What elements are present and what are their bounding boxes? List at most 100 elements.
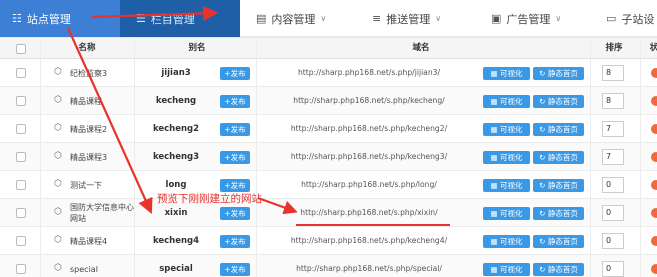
refresh-icon: ↻ [539,237,548,246]
static-homepage-button[interactable]: ↻ 静态首页 [533,207,584,220]
site-url[interactable]: http://sharp.php168.net/s.php/kecheng4/ [258,227,480,255]
annotation-underline [296,224,450,226]
publish-button[interactable]: +发布 [220,263,250,276]
sort-input[interactable]: 0 [602,233,624,249]
status-toggle[interactable] [651,236,657,246]
grid-icon: ▦ [490,153,500,162]
visual-edit-button[interactable]: ▦ 可视化 [483,67,530,80]
table-row: ⬡ 精品课程 kecheng +发布 http://sharp.php168.net/s… [0,87,657,115]
visual-edit-button[interactable]: ▦ 可视化 [483,263,530,276]
sort-input[interactable]: 8 [602,93,624,109]
visual-edit-button[interactable]: ▦ 可视化 [483,151,530,164]
publish-button[interactable]: +发布 [220,151,250,164]
row-checkbox[interactable] [16,124,26,134]
select-all-checkbox[interactable] [16,44,26,54]
site-name: 精品课程3 [70,152,108,162]
megaphone-icon: ▣ [491,12,502,25]
nav-content-management[interactable]: ▤ 内容管理 ∨ [256,0,326,37]
site-alias: kecheng [155,96,197,106]
cube-icon: ⬡ [54,151,62,161]
row-checkbox[interactable] [16,180,26,190]
status-toggle[interactable] [651,180,657,190]
table-row: ⬡ 测试一下 long +发布 http://sharp.php168.net/s.ph… [0,171,657,199]
status-toggle[interactable] [651,264,657,274]
sort-input[interactable]: 0 [602,177,624,193]
visual-edit-button[interactable]: ▦ 可视化 [483,207,530,220]
status-toggle[interactable] [651,68,657,78]
row-checkbox[interactable] [16,208,26,218]
nav-label: 站点管理 [26,12,71,26]
sitemap-icon: ☷ [12,12,22,25]
row-checkbox[interactable] [16,96,26,106]
publish-button[interactable]: +发布 [220,95,250,108]
publish-button[interactable]: +发布 [220,67,250,80]
sort-input[interactable]: 7 [602,121,624,137]
table-row: ⬡ 精品课程3 kecheng3 +发布 http://sharp.php168.net… [0,143,657,171]
sliders-icon: ≡ [372,12,382,25]
visual-edit-button[interactable]: ▦ 可视化 [483,235,530,248]
status-toggle[interactable] [651,124,657,134]
static-homepage-button[interactable]: ↻ 静态首页 [533,95,584,108]
publish-button[interactable]: +发布 [220,235,250,248]
header-alias: 别名 [188,43,206,53]
site-alias: kecheng4 [152,236,200,246]
row-checkbox[interactable] [16,152,26,162]
nav-site-management[interactable]: ☷ 站点管理 [0,0,120,37]
status-toggle[interactable] [651,152,657,162]
visual-edit-button[interactable]: ▦ 可视化 [483,95,530,108]
nav-subsite-settings[interactable]: ▭ 子站设 [606,0,654,37]
list-icon: ☰ [136,12,146,25]
visual-edit-button[interactable]: ▦ 可视化 [483,179,530,192]
header-status: 状 [649,43,657,53]
header-sort: 排序 [605,43,623,53]
row-checkbox[interactable] [16,264,26,274]
site-url[interactable]: http://sharp.php168.net/s.php/special/ [258,255,480,277]
site-url[interactable]: http://sharp.php168.net/s.php/xixin/ [258,199,480,227]
sort-input[interactable]: 0 [602,205,624,221]
publish-button[interactable]: +发布 [220,123,250,136]
row-checkbox[interactable] [16,236,26,246]
nav-label: 栏目管理 [150,12,195,26]
site-url[interactable]: http://sharp.php168.net/s.php/kecheng2/ [258,115,480,143]
table-row: ⬡ special special +发布 http://sharp.php168.ne… [0,255,657,277]
visual-edit-button[interactable]: ▦ 可视化 [483,123,530,136]
nav-column-management[interactable]: ☰ 栏目管理 [120,0,240,37]
header-name: 名称 [78,43,96,53]
site-name: 精品课程4 [70,236,108,246]
publish-button[interactable]: +发布 [220,207,250,220]
site-alias: kecheng2 [152,124,200,134]
site-alias: jijian3 [161,68,191,78]
refresh-icon: ↻ [539,97,548,106]
site-url[interactable]: http://sharp.php168.net/s.php/kecheng/ [258,87,480,115]
site-url[interactable]: http://sharp.php168.net/s.php/jijian3/ [258,59,480,87]
sort-input[interactable]: 7 [602,149,624,165]
nav-ad-management[interactable]: ▣ 广告管理 ∨ [491,0,561,37]
static-homepage-button[interactable]: ↻ 静态首页 [533,67,584,80]
static-homepage-button[interactable]: ↻ 静态首页 [533,151,584,164]
sort-input[interactable]: 0 [602,261,624,277]
nav-push-management[interactable]: ≡ 推送管理 ∨ [372,0,441,37]
site-alias: special [159,264,193,274]
status-toggle[interactable] [651,208,657,218]
grid-icon: ▦ [490,125,500,134]
refresh-icon: ↻ [539,125,548,134]
grid-icon: ▦ [490,69,500,78]
static-homepage-button[interactable]: ↻ 静态首页 [533,123,584,136]
nav-label: 内容管理 [271,12,316,26]
static-homepage-button[interactable]: ↻ 静态首页 [533,235,584,248]
sort-input[interactable]: 8 [602,65,624,81]
static-homepage-button[interactable]: ↻ 静态首页 [533,263,584,276]
site-url[interactable]: http://sharp.php168.net/s.php/kecheng3/ [258,143,480,171]
document-icon: ▤ [256,12,267,25]
chevron-down-icon: ∨ [555,14,562,23]
row-checkbox[interactable] [16,68,26,78]
site-url[interactable]: http://sharp.php168.net/s.php/long/ [258,171,480,199]
table-row: ⬡ 纪检监察3 jijian3 +发布 http://sharp.php168.net/… [0,59,657,87]
status-toggle[interactable] [651,96,657,106]
site-name: special [70,264,98,274]
cube-icon: ⬡ [54,235,62,245]
static-homepage-button[interactable]: ↻ 静态首页 [533,179,584,192]
nav-label: 子站设 [621,12,655,26]
refresh-icon: ↻ [539,153,548,162]
grid-icon: ▦ [490,97,500,106]
